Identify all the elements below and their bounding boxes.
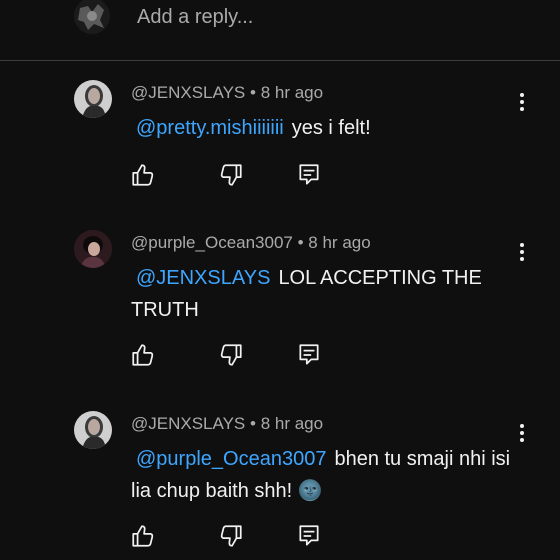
avatar[interactable] [74, 411, 112, 449]
meta-separator: • [250, 83, 256, 102]
add-reply-input[interactable]: Add a reply... [137, 6, 253, 29]
thumbs-up-icon[interactable] [130, 342, 160, 372]
comment-time[interactable]: 8 hr ago [308, 233, 370, 252]
comment-meta: @purple_Ocean3007 • 8 hr ago [131, 233, 371, 253]
comment-time[interactable]: 8 hr ago [261, 414, 323, 433]
comment-meta: @JENXSLAYS • 8 hr ago [131, 414, 323, 434]
comment-text: @purple_Ocean3007 bhen tu smaji nhi isi l… [131, 443, 531, 507]
comment-text: @JENXSLAYS LOL ACCEPTING THE TRUTH [131, 262, 531, 326]
thumbs-up-icon[interactable] [130, 162, 160, 192]
comment-actions [128, 523, 348, 553]
thumbs-down-icon[interactable] [218, 162, 248, 192]
comment-text: @pretty.mishiiiiiii yes i felt! [131, 112, 531, 144]
comment-body: yes i felt! [291, 117, 371, 139]
comment-time[interactable]: 8 hr ago [261, 83, 323, 102]
reply-icon[interactable] [296, 523, 326, 553]
comment-author[interactable]: @purple_Ocean3007 [131, 233, 293, 252]
comment-author[interactable]: @JENXSLAYS [131, 414, 245, 433]
comment-author[interactable]: @JENXSLAYS [131, 83, 245, 102]
comment-actions [128, 162, 348, 192]
add-reply-bar[interactable]: Add a reply... [0, 0, 560, 61]
meta-separator: • [297, 233, 304, 252]
avatar[interactable] [74, 230, 112, 268]
mention-link[interactable]: @pretty.mishiiiiiii [136, 117, 284, 139]
avatar[interactable] [74, 80, 112, 118]
comment-meta: @JENXSLAYS • 8 hr ago [131, 83, 323, 103]
more-vertical-icon[interactable] [512, 240, 532, 264]
mention-link[interactable]: @JENXSLAYS [136, 267, 270, 289]
thumbs-up-icon[interactable] [130, 523, 160, 553]
more-vertical-icon[interactable] [512, 90, 532, 114]
reply-icon[interactable] [296, 162, 326, 192]
mention-link[interactable]: @purple_Ocean3007 [136, 448, 326, 470]
more-vertical-icon[interactable] [512, 421, 532, 445]
thumbs-down-icon[interactable] [218, 523, 248, 553]
thumbs-down-icon[interactable] [218, 342, 248, 372]
comment-actions [128, 342, 348, 372]
reply-icon[interactable] [296, 342, 326, 372]
current-user-avatar [74, 0, 110, 34]
meta-separator: • [250, 414, 256, 433]
